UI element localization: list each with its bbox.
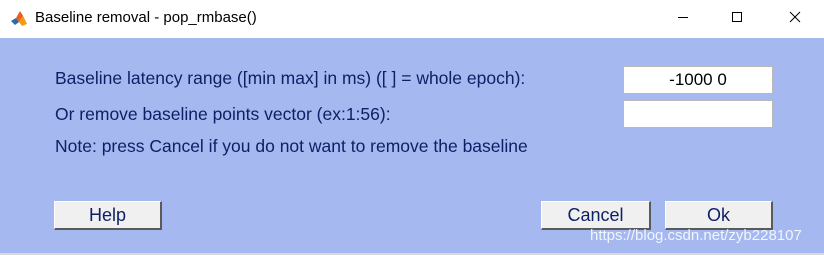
maximize-button[interactable] xyxy=(714,0,760,38)
close-button[interactable] xyxy=(772,0,818,38)
close-icon xyxy=(789,10,801,28)
ok-button[interactable]: Ok xyxy=(665,201,773,230)
cancel-note: Note: press Cancel if you do not want to… xyxy=(55,136,528,156)
minimize-icon xyxy=(677,10,689,28)
baseline-points-label: Or remove baseline points vector (ex:1:5… xyxy=(55,104,391,124)
cancel-button[interactable]: Cancel xyxy=(541,201,651,230)
watermark: https://blog.csdn.net/zyb228107 xyxy=(590,227,802,244)
baseline-points-input[interactable] xyxy=(623,100,773,128)
window-title: Baseline removal - pop_rmbase() xyxy=(35,9,257,26)
baseline-latency-input[interactable] xyxy=(623,66,773,94)
baseline-latency-label: Baseline latency range ([min max] in ms)… xyxy=(55,68,526,88)
help-button[interactable]: Help xyxy=(54,201,162,230)
matlab-icon xyxy=(10,9,28,27)
minimize-button[interactable] xyxy=(660,0,706,38)
title-bar: Baseline removal - pop_rmbase() xyxy=(0,0,824,38)
maximize-icon xyxy=(731,10,743,28)
